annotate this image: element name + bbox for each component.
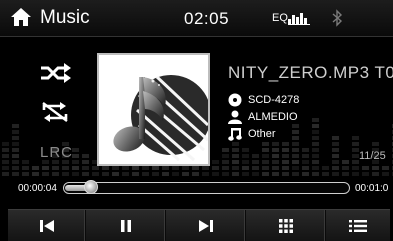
pause-button[interactable] — [86, 210, 166, 241]
app-title: Music — [40, 7, 90, 28]
top-bar: Music 02:05 EQ — [0, 0, 393, 37]
track-filename: NITY_ZERO.MP3 T08 — [228, 63, 393, 82]
track-count: 11/25 — [359, 150, 386, 162]
grid-icon — [278, 218, 293, 233]
album-name: SCD-4278 — [248, 94, 300, 106]
equalizer-icon — [288, 13, 310, 25]
list-button[interactable] — [326, 210, 390, 241]
pause-icon — [120, 219, 131, 232]
previous-track-icon — [39, 219, 54, 232]
menu-grid-button[interactable] — [246, 210, 326, 241]
bottom-control-bar — [8, 209, 390, 241]
music-note-icon — [228, 128, 242, 141]
lyrics-button[interactable]: LRC — [40, 144, 73, 161]
shuffle-icon[interactable] — [38, 62, 72, 84]
next-track-icon — [198, 219, 213, 232]
disc-icon — [228, 93, 242, 107]
home-icon[interactable] — [10, 7, 32, 27]
progress-slider[interactable] — [63, 180, 350, 194]
elapsed-time: 00:00:04 — [18, 183, 57, 194]
album-art — [97, 53, 210, 166]
artist-name: ALMEDIO — [248, 111, 298, 123]
music-note-artwork — [113, 75, 208, 162]
progress-knob[interactable] — [84, 180, 98, 194]
genre-name: Other — [248, 128, 276, 140]
artist-icon — [228, 110, 242, 124]
total-time: 00:01:0 — [355, 183, 389, 194]
list-icon — [349, 219, 367, 232]
repeat-off-icon[interactable] — [38, 101, 72, 123]
bluetooth-icon — [332, 9, 343, 27]
clock: 02:05 — [184, 9, 230, 28]
previous-track-button[interactable] — [8, 210, 86, 241]
next-track-button[interactable] — [166, 210, 246, 241]
eq-label: EQ — [272, 12, 288, 24]
